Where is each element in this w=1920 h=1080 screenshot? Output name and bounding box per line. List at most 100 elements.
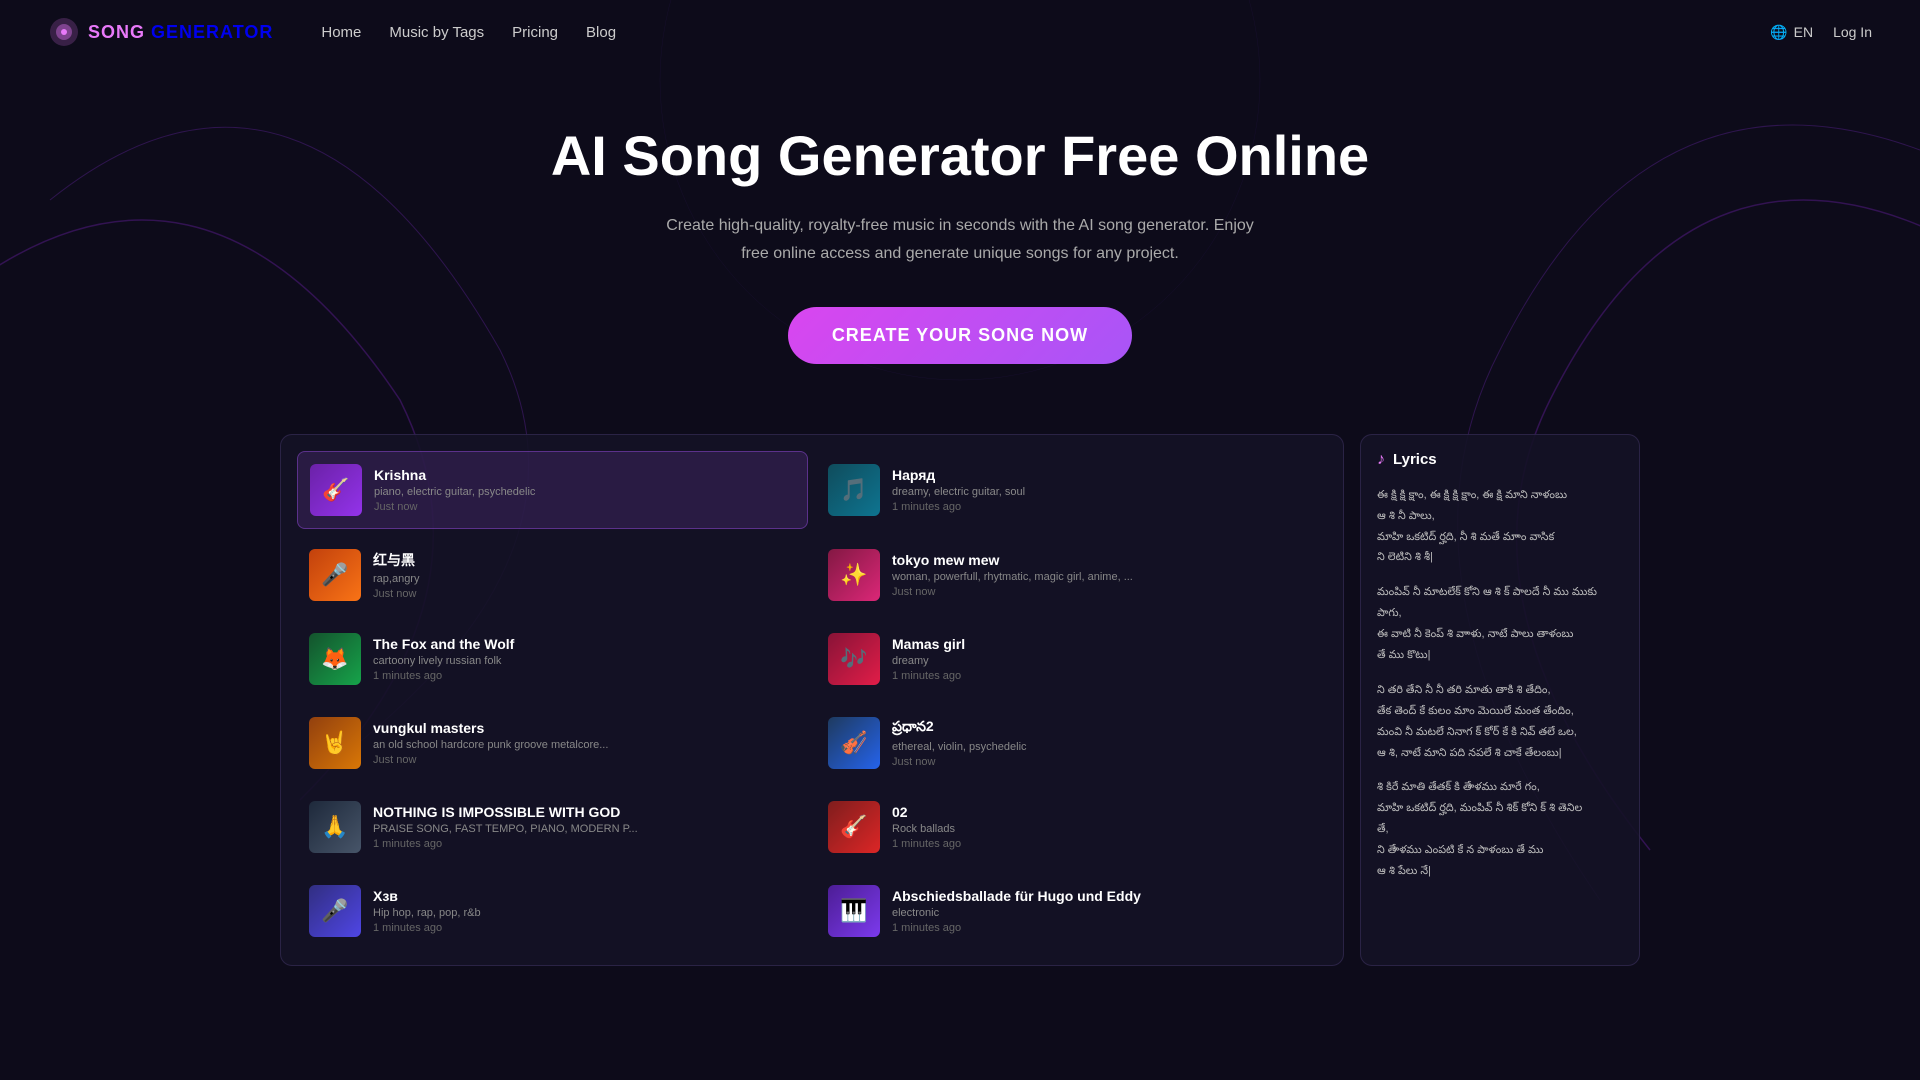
hero-subtitle: Create high-quality, royalty-free music … bbox=[660, 212, 1260, 266]
song-time: 1 minutes ago bbox=[892, 670, 1315, 682]
lyrics-panel: ♪ Lyrics ఈ క్షి క్షి క్షాం, ఈ క్షి క్షి … bbox=[1360, 434, 1640, 966]
lyrics-content: ఈ క్షి క్షి క్షాం, ఈ క్షి క్షి క్షాం, ఈ … bbox=[1377, 485, 1623, 882]
song-info: tokyo mew mew woman, powerfull, rhytmati… bbox=[892, 552, 1315, 598]
song-item[interactable]: 🤘 vungkul masters an old school hardcore… bbox=[297, 705, 808, 781]
nav-home[interactable]: Home bbox=[321, 24, 361, 41]
song-title: 02 bbox=[892, 804, 1315, 820]
song-grid: 🎸 Krishna piano, electric guitar, psyche… bbox=[297, 451, 1327, 949]
globe-icon: 🌐 bbox=[1770, 24, 1787, 41]
nav-blog[interactable]: Blog bbox=[586, 24, 616, 41]
song-tags: an old school hardcore punk groove metal… bbox=[373, 739, 796, 751]
language-label: EN bbox=[1794, 24, 1813, 40]
song-title: Krishna bbox=[374, 467, 795, 483]
cta-button[interactable]: CREATE YOUR SONG NOW bbox=[788, 307, 1132, 364]
song-time: Just now bbox=[374, 501, 795, 513]
song-thumbnail-emoji: 🎻 bbox=[828, 717, 880, 769]
song-item[interactable]: 🎤 红与黑 rap,angry Just now bbox=[297, 537, 808, 613]
song-time: Just now bbox=[892, 586, 1315, 598]
song-thumbnail: 🎸 bbox=[828, 801, 880, 853]
song-thumbnail: 🎸 bbox=[310, 464, 362, 516]
song-item[interactable]: 🎸 02 Rock ballads 1 minutes ago bbox=[816, 789, 1327, 865]
song-title: vungkul masters bbox=[373, 720, 796, 736]
song-tags: Hip hop, rap, pop, r&b bbox=[373, 907, 796, 919]
song-thumbnail-emoji: 🎸 bbox=[828, 801, 880, 853]
song-thumbnail: 🙏 bbox=[309, 801, 361, 853]
song-title: Хзв bbox=[373, 888, 796, 904]
song-info: 02 Rock ballads 1 minutes ago bbox=[892, 804, 1315, 850]
song-thumbnail: 🎶 bbox=[828, 633, 880, 685]
song-thumbnail-emoji: 🙏 bbox=[309, 801, 361, 853]
nav-pricing[interactable]: Pricing bbox=[512, 24, 558, 41]
song-title: ప్రధాన2 bbox=[892, 718, 1315, 738]
login-button[interactable]: Log In bbox=[1833, 24, 1872, 40]
song-info: Хзв Hip hop, rap, pop, r&b 1 minutes ago bbox=[373, 888, 796, 934]
song-thumbnail: 🤘 bbox=[309, 717, 361, 769]
music-note-icon: ♪ bbox=[1377, 451, 1385, 469]
song-title: Abschiedsballade für Hugo und Eddy bbox=[892, 888, 1315, 904]
lyrics-title: Lyrics bbox=[1393, 451, 1437, 468]
song-title: tokyo mew mew bbox=[892, 552, 1315, 568]
song-item[interactable]: 🎶 Mamas girl dreamy 1 minutes ago bbox=[816, 621, 1327, 697]
song-thumbnail: 🎤 bbox=[309, 549, 361, 601]
song-time: 1 minutes ago bbox=[373, 670, 796, 682]
logo[interactable]: SONG GENERATOR bbox=[48, 16, 273, 48]
song-thumbnail: 🎤 bbox=[309, 885, 361, 937]
song-tags: Rock ballads bbox=[892, 823, 1315, 835]
song-tags: PRAISE SONG, FAST TEMPO, PIANO, MODERN P… bbox=[373, 823, 796, 835]
song-title: NOTHING IS IMPOSSIBLE WITH GOD bbox=[373, 804, 796, 820]
song-thumbnail-emoji: 🎤 bbox=[309, 549, 361, 601]
lyrics-paragraph: శి కిరే మాతి తేతక్ కి తేాళము మారే గం, మా… bbox=[1377, 777, 1623, 881]
song-thumbnail: 🦊 bbox=[309, 633, 361, 685]
song-item[interactable]: 🎤 Хзв Hip hop, rap, pop, r&b 1 minutes a… bbox=[297, 873, 808, 949]
nav-right: 🌐 EN Log In bbox=[1770, 24, 1872, 41]
song-item[interactable]: ✨ tokyo mew mew woman, powerfull, rhytma… bbox=[816, 537, 1327, 613]
song-time: 1 minutes ago bbox=[373, 838, 796, 850]
song-info: NOTHING IS IMPOSSIBLE WITH GOD PRAISE SO… bbox=[373, 804, 796, 850]
song-item[interactable]: 🦊 The Fox and the Wolf cartoony lively r… bbox=[297, 621, 808, 697]
language-button[interactable]: 🌐 EN bbox=[1770, 24, 1813, 41]
song-item[interactable]: 🎸 Krishna piano, electric guitar, psyche… bbox=[297, 451, 808, 529]
song-tags: dreamy, electric guitar, soul bbox=[892, 486, 1315, 498]
logo-icon bbox=[48, 16, 80, 48]
song-info: Mamas girl dreamy 1 minutes ago bbox=[892, 636, 1315, 682]
song-tags: ethereal, violin, psychedelic bbox=[892, 741, 1315, 753]
song-tags: piano, electric guitar, psychedelic bbox=[374, 486, 795, 498]
hero-section: AI Song Generator Free Online Create hig… bbox=[0, 64, 1920, 404]
song-thumbnail: ✨ bbox=[828, 549, 880, 601]
song-time: Just now bbox=[892, 756, 1315, 768]
song-info: Наряд dreamy, electric guitar, soul 1 mi… bbox=[892, 467, 1315, 513]
logo-generator-text: GENERATOR bbox=[151, 22, 273, 42]
song-tags: electronic bbox=[892, 907, 1315, 919]
song-thumbnail-emoji: 🎹 bbox=[828, 885, 880, 937]
navbar: SONG GENERATOR Home Music by Tags Pricin… bbox=[0, 0, 1920, 64]
song-thumbnail-emoji: ✨ bbox=[828, 549, 880, 601]
song-item[interactable]: 🎻 ప్రధాన2 ethereal, violin, psychedelic … bbox=[816, 705, 1327, 781]
song-tags: rap,angry bbox=[373, 573, 796, 585]
song-info: The Fox and the Wolf cartoony lively rus… bbox=[373, 636, 796, 682]
song-tags: woman, powerfull, rhytmatic, magic girl,… bbox=[892, 571, 1315, 583]
song-thumbnail: 🎻 bbox=[828, 717, 880, 769]
lyrics-paragraph: ని తరి తేని నీ నీ తరి మాతు తాకి శి తేదిం… bbox=[1377, 680, 1623, 764]
song-thumbnail: 🎹 bbox=[828, 885, 880, 937]
song-info: Krishna piano, electric guitar, psychede… bbox=[374, 467, 795, 513]
nav-music-by-tags[interactable]: Music by Tags bbox=[389, 24, 484, 41]
song-info: ప్రధాన2 ethereal, violin, psychedelic Ju… bbox=[892, 718, 1315, 768]
song-time: 1 minutes ago bbox=[373, 922, 796, 934]
song-item[interactable]: 🙏 NOTHING IS IMPOSSIBLE WITH GOD PRAISE … bbox=[297, 789, 808, 865]
song-thumbnail: 🎵 bbox=[828, 464, 880, 516]
song-tags: cartoony lively russian folk bbox=[373, 655, 796, 667]
song-thumbnail-emoji: 🎶 bbox=[828, 633, 880, 685]
song-thumbnail-emoji: 🎤 bbox=[309, 885, 361, 937]
song-item[interactable]: 🎵 Наряд dreamy, electric guitar, soul 1 … bbox=[816, 451, 1327, 529]
song-time: Just now bbox=[373, 588, 796, 600]
song-item[interactable]: 🎹 Abschiedsballade für Hugo und Eddy ele… bbox=[816, 873, 1327, 949]
song-time: 1 minutes ago bbox=[892, 501, 1315, 513]
song-thumbnail-emoji: 🤘 bbox=[309, 717, 361, 769]
song-title: Наряд bbox=[892, 467, 1315, 483]
song-thumbnail-emoji: 🎸 bbox=[310, 464, 362, 516]
song-info: 红与黑 rap,angry Just now bbox=[373, 550, 796, 600]
song-list-container: 🎸 Krishna piano, electric guitar, psyche… bbox=[280, 434, 1344, 966]
lyrics-header: ♪ Lyrics bbox=[1377, 451, 1623, 469]
song-title: 红与黑 bbox=[373, 550, 796, 570]
hero-title: AI Song Generator Free Online bbox=[48, 124, 1872, 188]
